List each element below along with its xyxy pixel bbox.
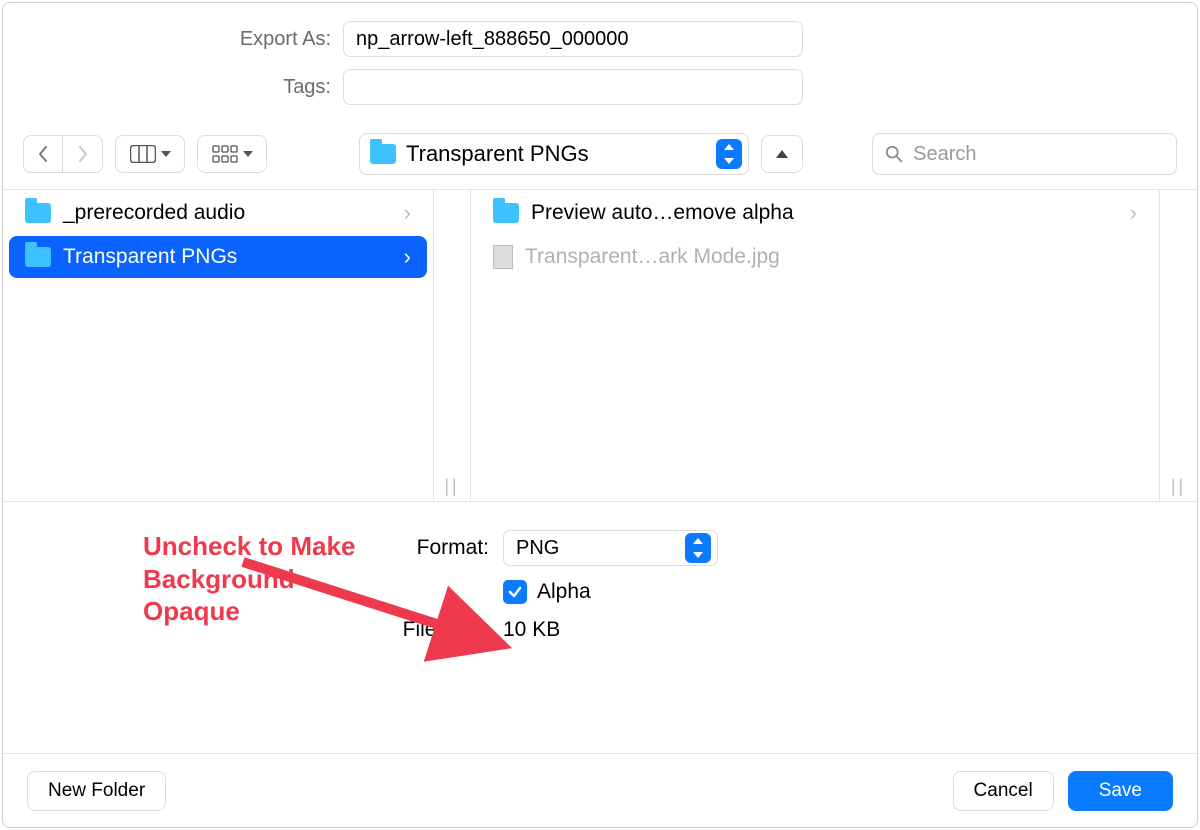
format-select[interactable]: PNG xyxy=(503,530,718,566)
alpha-label: Alpha xyxy=(537,580,591,604)
chevron-down-icon xyxy=(161,151,171,157)
cancel-button[interactable]: Cancel xyxy=(953,771,1054,811)
folder-icon xyxy=(25,203,51,223)
forward-button[interactable] xyxy=(63,135,103,173)
folder-icon xyxy=(25,247,51,267)
folder-name: Preview auto…emove alpha xyxy=(531,201,794,225)
tags-input[interactable] xyxy=(343,69,803,105)
export-as-label: Export As: xyxy=(3,28,343,51)
browser-column-1: _prerecorded audio › Transparent PNGs › xyxy=(3,190,433,501)
chevron-right-icon: › xyxy=(1130,200,1137,226)
location-name: Transparent PNGs xyxy=(406,141,706,167)
chevron-right-icon xyxy=(78,146,88,162)
search-box[interactable] xyxy=(872,133,1177,175)
chevron-down-icon xyxy=(243,151,253,157)
browser-column-2: Preview auto…emove alpha › Transparent…a… xyxy=(471,190,1159,501)
search-icon xyxy=(885,144,903,164)
save-button[interactable]: Save xyxy=(1068,771,1173,811)
stepper-icon xyxy=(716,139,742,169)
folder-row[interactable]: Preview auto…emove alpha › xyxy=(477,192,1153,234)
search-input[interactable] xyxy=(911,142,1164,167)
format-value: PNG xyxy=(516,537,685,560)
checkmark-icon xyxy=(507,584,523,600)
new-folder-button[interactable]: New Folder xyxy=(27,771,166,811)
group-by-button[interactable] xyxy=(197,135,267,173)
dialog-footer: New Folder Cancel Save xyxy=(3,753,1197,827)
stepper-icon xyxy=(685,533,711,563)
top-fields: Export As: Tags: xyxy=(3,3,1197,123)
caret-up-icon xyxy=(776,150,788,158)
location-popup[interactable]: Transparent PNGs xyxy=(359,133,749,175)
alpha-checkbox[interactable] xyxy=(503,580,527,604)
filename-input[interactable] xyxy=(343,21,803,57)
export-options: Uncheck to Make Background Opaque Format… xyxy=(3,502,1197,753)
export-dialog: Export As: Tags: xyxy=(2,2,1198,828)
toolbar: Transparent PNGs xyxy=(3,123,1197,190)
tags-label: Tags: xyxy=(3,76,343,99)
folder-name: _prerecorded audio xyxy=(63,201,245,225)
folder-row[interactable]: Transparent PNGs › xyxy=(9,236,427,278)
folder-name: Transparent PNGs xyxy=(63,245,237,269)
view-columns-button[interactable] xyxy=(115,135,185,173)
column-resize-handle[interactable]: || xyxy=(1159,190,1197,501)
file-icon xyxy=(493,245,513,269)
collapse-button[interactable] xyxy=(761,135,803,173)
column-resize-handle[interactable]: || xyxy=(433,190,471,501)
export-as-row: Export As: xyxy=(3,21,1197,57)
file-browser: _prerecorded audio › Transparent PNGs › … xyxy=(3,190,1197,502)
chevron-right-icon: › xyxy=(404,244,411,270)
annotation-text: Uncheck to Make Background Opaque xyxy=(143,530,363,628)
folder-icon xyxy=(493,203,519,223)
back-button[interactable] xyxy=(23,135,63,173)
chevron-right-icon: › xyxy=(404,200,411,226)
file-row[interactable]: Transparent…ark Mode.jpg xyxy=(477,236,1153,278)
nav-buttons xyxy=(23,135,103,173)
filesize-value: 10 KB xyxy=(503,618,560,642)
columns-view-icon xyxy=(130,145,156,163)
file-name: Transparent…ark Mode.jpg xyxy=(525,245,780,269)
folder-row[interactable]: _prerecorded audio › xyxy=(9,192,427,234)
grid-view-icon xyxy=(212,145,238,163)
folder-icon xyxy=(370,144,396,164)
tags-row: Tags: xyxy=(3,69,1197,105)
chevron-left-icon xyxy=(38,146,48,162)
